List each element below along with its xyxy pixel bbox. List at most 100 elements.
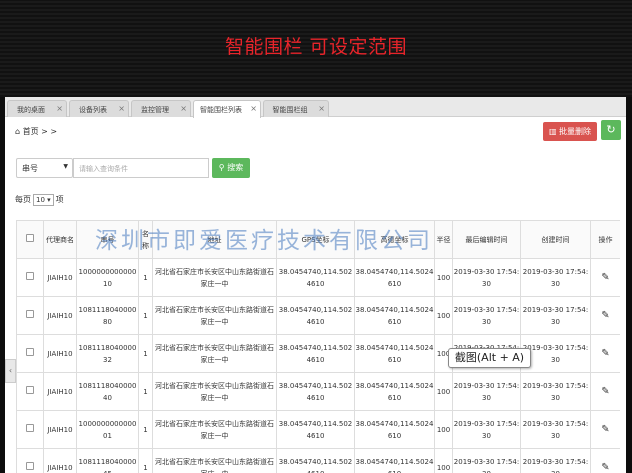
cell-radius: 100 xyxy=(434,372,453,411)
cell-imei: 108111804000045 xyxy=(76,448,139,473)
cell-updated: 2019-03-30 17:54:30 xyxy=(452,258,521,297)
cell-created: 2019-03-30 17:54:30 xyxy=(520,334,591,373)
breadcrumb: ⌂ 首页 > > xyxy=(15,127,58,136)
home-icon: ⌂ xyxy=(15,127,21,136)
header-imei[interactable]: 串号 xyxy=(76,220,139,259)
cell-agent: JIAIH10 xyxy=(43,448,77,473)
cell-name: 1 xyxy=(138,258,153,297)
header-created[interactable]: 创建时间 xyxy=(520,220,591,259)
row-checkbox[interactable] xyxy=(26,309,34,318)
header-amap[interactable]: 高德坐标 xyxy=(354,220,435,259)
header-updated[interactable]: 最后编辑时间 xyxy=(452,220,521,259)
breadcrumb-home[interactable]: 首页 xyxy=(23,127,39,136)
cell-updated: 2019-03-30 17:54:30 xyxy=(452,372,521,411)
table-header: 代理商名 串号 名称 地址 GPS坐标 高德坐标 半径 最后编辑时间 创建时间 … xyxy=(16,220,620,259)
pencil-icon[interactable]: ✎ xyxy=(601,310,609,321)
tab-fence-group[interactable]: 智能围栏组 × xyxy=(263,100,329,117)
chevron-left-icon: ‹ xyxy=(8,366,13,375)
tab-desktop[interactable]: 我的桌面 × xyxy=(7,100,67,117)
cell-agent: JIAIH10 xyxy=(43,296,77,335)
cell-created: 2019-03-30 17:54:30 xyxy=(520,296,591,335)
banner-title: 智能围栏 可设定范围 xyxy=(224,36,408,58)
cell-address: 河北省石家庄市长安区中山东路街道石家庄一中 xyxy=(152,372,277,411)
page-size-select[interactable]: 10 ▾ xyxy=(33,194,54,206)
header-address[interactable]: 地址 xyxy=(152,220,277,259)
cell-address: 河北省石家庄市长安区中山东路街道石家庄一中 xyxy=(152,296,277,335)
cell-name: 1 xyxy=(138,334,153,373)
table-row: JIAIH10 100000000000001 1 河北省石家庄市长安区中山东路街道石… xyxy=(16,410,620,449)
cell-name: 1 xyxy=(138,410,153,449)
tab-device-list[interactable]: 设备列表 × xyxy=(69,100,129,117)
toolbar: ⌂ 首页 > > ▥ 批量删除 ↻ xyxy=(5,118,626,146)
cell-created: 2019-03-30 17:54:30 xyxy=(520,448,591,473)
row-checkbox[interactable] xyxy=(26,423,34,432)
header-gps[interactable]: GPS坐标 xyxy=(276,220,355,259)
table-row: JIAIH101081118040000451河北省石家庄市长安区中山东路街道石… xyxy=(16,448,620,473)
table-row: JIAIH10 108111804000040 1 河北省石家庄市长安区中山东路街道石… xyxy=(16,372,620,411)
sidebar-toggle[interactable]: ‹ xyxy=(5,359,16,383)
cell-radius: 100 xyxy=(434,258,453,297)
tab-monitor[interactable]: 监控管理 × xyxy=(131,100,191,117)
search-field-select[interactable]: 串号 ▼ xyxy=(16,158,73,178)
cell-created: 2019-03-30 17:54:30 xyxy=(520,258,591,297)
page-size: 每页 10 ▾ 项 xyxy=(15,194,64,206)
row-checkbox[interactable] xyxy=(26,385,34,394)
cell-imei: 108111804000032 xyxy=(76,334,139,373)
cell-gps: 38.0454740,114.5024610 xyxy=(276,258,355,297)
cell-amap: 38.0454740,114.5024610 xyxy=(354,334,435,373)
pencil-icon[interactable]: ✎ xyxy=(601,462,609,473)
batch-delete-button[interactable]: ▥ 批量删除 xyxy=(543,122,597,141)
header-name[interactable]: 名称 xyxy=(138,220,153,259)
cell-agent: JIAIH10 xyxy=(43,372,77,411)
cell-amap: 38.0454740,114.5024610 xyxy=(354,258,435,297)
cell-gps: 38.0454740,114.5024610 xyxy=(276,334,355,373)
cell-radius: 100 xyxy=(434,410,453,449)
cell-address: 河北省石家庄市长安区中山东路街道石家庄一中 xyxy=(152,448,277,473)
close-icon[interactable]: × xyxy=(250,104,257,113)
search-icon: ⚲ xyxy=(218,163,225,172)
tab-bar: 我的桌面 × 设备列表 × 监控管理 × 智能围栏列表 × 智能围栏组 × xyxy=(5,97,626,118)
cell-address: 河北省石家庄市长安区中山东路街道石家庄一中 xyxy=(152,410,277,449)
pencil-icon[interactable]: ✎ xyxy=(601,348,609,359)
cell-amap: 38.0454740,114.5024610 xyxy=(354,410,435,449)
select-all-checkbox[interactable] xyxy=(26,233,34,242)
fence-table: 代理商名 串号 名称 地址 GPS坐标 高德坐标 半径 最后编辑时间 创建时间 … xyxy=(16,220,620,473)
row-checkbox[interactable] xyxy=(26,347,34,356)
table-row: JIAIH10 108111804000080 1 河北省石家庄市长安区中山东路街道石… xyxy=(16,296,620,335)
cell-radius: 100 xyxy=(434,448,453,473)
cell-created: 2019-03-30 17:54:30 xyxy=(520,410,591,449)
close-icon[interactable]: × xyxy=(318,104,325,113)
cell-updated: 2019-03-30 17:54:30 xyxy=(452,448,521,473)
cell-updated: 2019-03-30 17:54:30 xyxy=(452,296,521,335)
search-input[interactable]: 请输入查询条件 xyxy=(73,158,209,178)
close-icon[interactable]: × xyxy=(56,104,63,113)
tab-fence-list[interactable]: 智能围栏列表 × xyxy=(193,100,261,118)
pencil-icon[interactable]: ✎ xyxy=(601,386,609,397)
close-icon[interactable]: × xyxy=(180,104,187,113)
cell-agent: JIAIH10 xyxy=(43,410,77,449)
header-agent[interactable]: 代理商名 xyxy=(43,220,77,259)
refresh-button[interactable]: ↻ xyxy=(601,120,621,140)
pencil-icon[interactable]: ✎ xyxy=(601,424,609,435)
search-button[interactable]: ⚲ 搜索 xyxy=(212,158,250,178)
close-icon[interactable]: × xyxy=(118,104,125,113)
cell-amap: 38.0454740,114.5024610 xyxy=(354,296,435,335)
cell-name: 1 xyxy=(138,296,153,335)
pencil-icon[interactable]: ✎ xyxy=(601,272,609,283)
cell-radius: 100 xyxy=(434,296,453,335)
cell-imei: 100000000000010 xyxy=(76,258,139,297)
cell-name: 1 xyxy=(138,372,153,411)
cell-agent: JIAIH10 xyxy=(43,334,77,373)
cell-imei: 100000000000001 xyxy=(76,410,139,449)
cell-amap: 38.0454740,114.5024610 xyxy=(354,448,435,473)
row-checkbox[interactable] xyxy=(26,271,34,280)
row-checkbox[interactable] xyxy=(26,461,34,470)
header-actions: 操作 xyxy=(590,220,620,259)
cell-gps: 38.0454740,114.5024610 xyxy=(276,448,355,473)
banner: 智能围栏 可设定范围 xyxy=(0,0,632,97)
cell-name: 1 xyxy=(138,448,153,473)
refresh-icon: ↻ xyxy=(606,123,616,136)
header-radius[interactable]: 半径 xyxy=(434,220,453,259)
cell-imei: 108111804000040 xyxy=(76,372,139,411)
table-row: JIAIH10 100000000000010 1 河北省石家庄市长安区中山东路街道石… xyxy=(16,258,620,297)
